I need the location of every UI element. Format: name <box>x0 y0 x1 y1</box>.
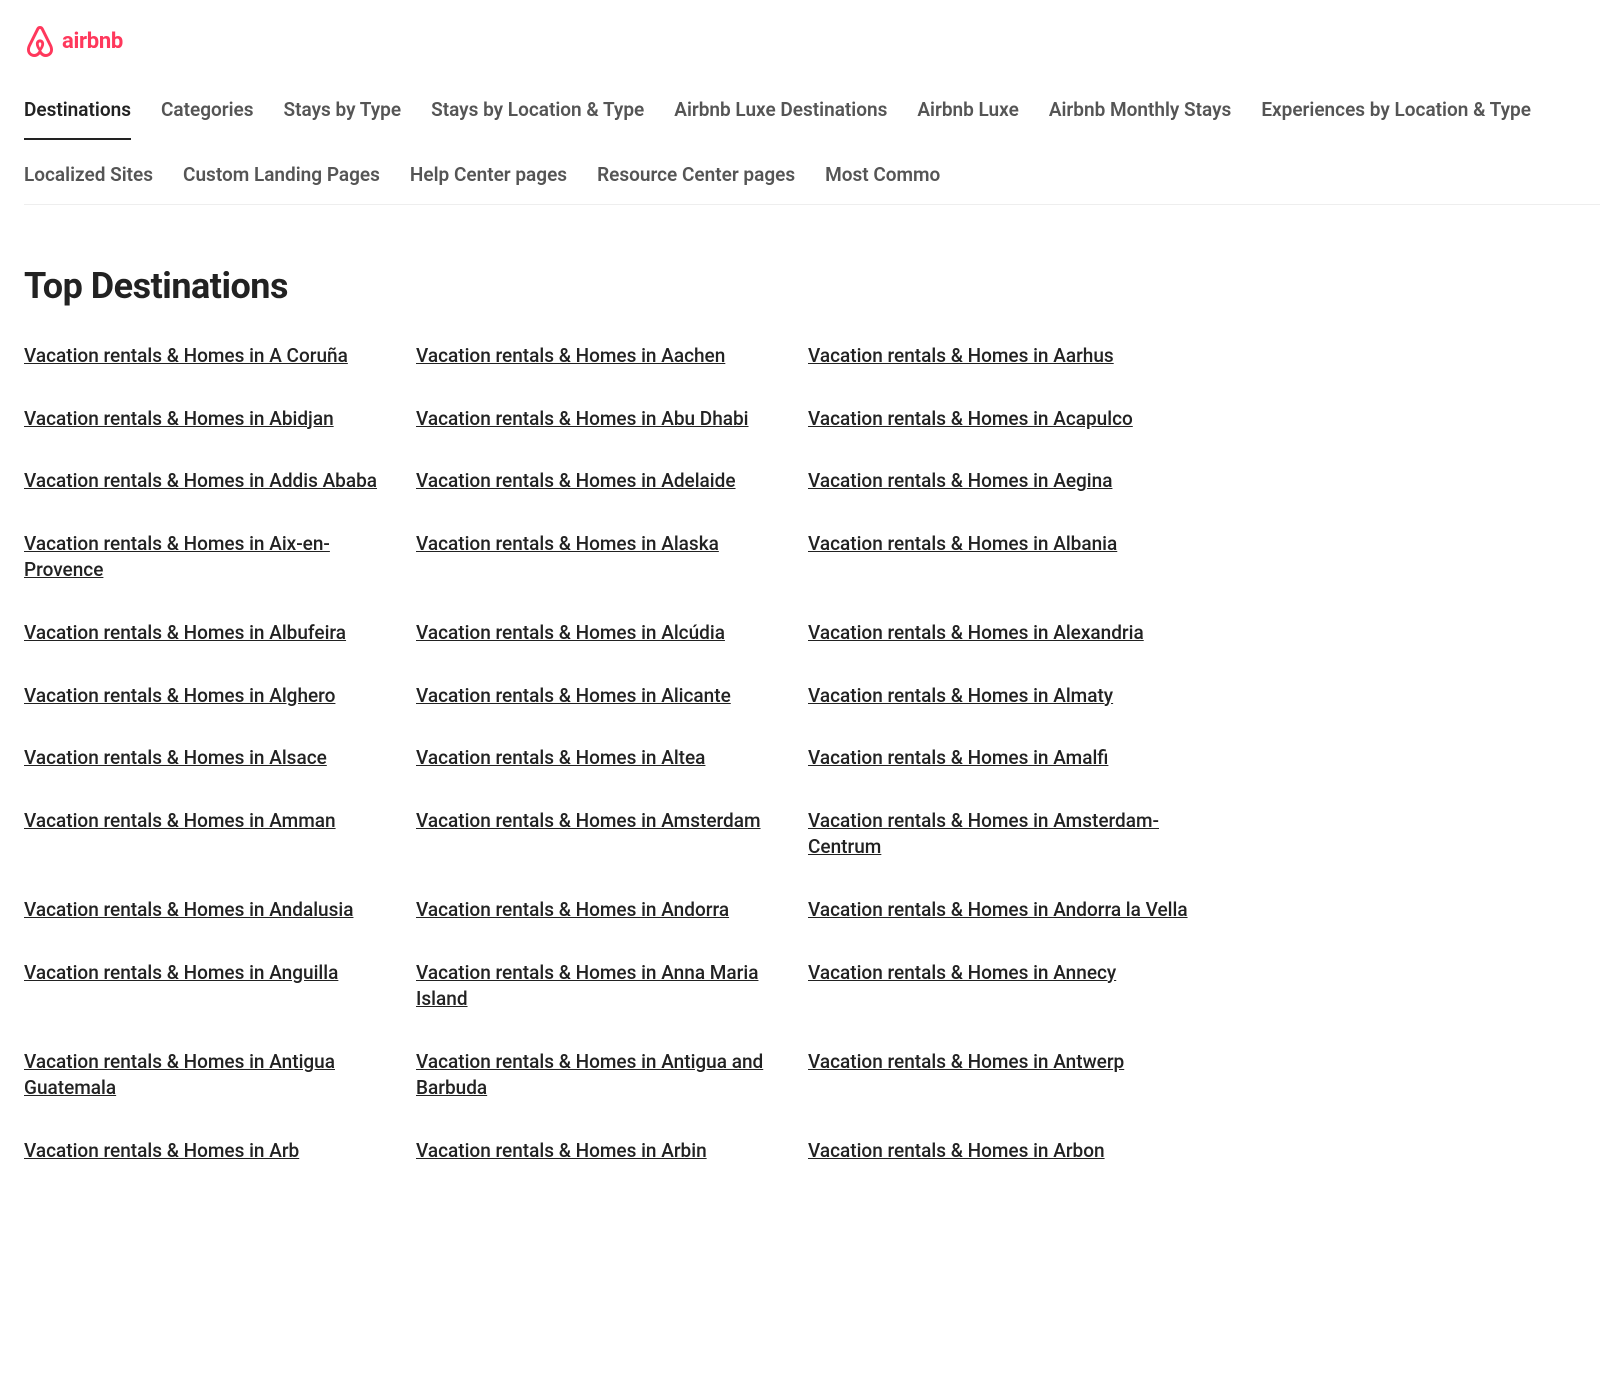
destination-link[interactable]: Vacation rentals & Homes in Acapulco <box>808 406 1200 433</box>
destination-link[interactable]: Vacation rentals & Homes in Andorra la V… <box>808 897 1200 924</box>
tab-localized-sites[interactable]: Localized Sites <box>24 163 153 204</box>
destination-link[interactable]: Vacation rentals & Homes in Amman <box>24 808 416 835</box>
destination-link[interactable]: Vacation rentals & Homes in Aix-en-Prove… <box>24 531 416 584</box>
destination-link[interactable]: Vacation rentals & Homes in Anna Maria I… <box>416 960 808 1013</box>
destination-link[interactable]: Vacation rentals & Homes in Andalusia <box>24 897 416 924</box>
tab-help-center-pages[interactable]: Help Center pages <box>410 163 567 204</box>
tab-experiences-by-location-type[interactable]: Experiences by Location & Type <box>1261 98 1531 139</box>
destination-link[interactable]: Vacation rentals & Homes in Anguilla <box>24 960 416 987</box>
tab-airbnb-monthly-stays[interactable]: Airbnb Monthly Stays <box>1049 98 1232 139</box>
tab-stays-by-location-type[interactable]: Stays by Location & Type <box>431 98 644 139</box>
destination-link[interactable]: Vacation rentals & Homes in Albania <box>808 531 1200 558</box>
destination-link[interactable]: Vacation rentals & Homes in Arbin <box>416 1138 808 1165</box>
destination-link[interactable]: Vacation rentals & Homes in Amalfi <box>808 745 1200 772</box>
destination-link[interactable]: Vacation rentals & Homes in Almaty <box>808 683 1200 710</box>
destination-link[interactable]: Vacation rentals & Homes in Abidjan <box>24 406 416 433</box>
destination-link[interactable]: Vacation rentals & Homes in Addis Ababa <box>24 468 416 495</box>
tab-stays-by-type[interactable]: Stays by Type <box>284 98 402 139</box>
destinations-links-grid: Vacation rentals & Homes in A CoruñaVaca… <box>24 343 1576 1165</box>
destination-link[interactable]: Vacation rentals & Homes in Alaska <box>416 531 808 558</box>
destination-link[interactable]: Vacation rentals & Homes in Andorra <box>416 897 808 924</box>
tab-resource-center-pages[interactable]: Resource Center pages <box>597 163 795 204</box>
destination-link[interactable]: Vacation rentals & Homes in Abu Dhabi <box>416 406 808 433</box>
destination-link[interactable]: Vacation rentals & Homes in Alcúdia <box>416 620 808 647</box>
tab-destinations[interactable]: Destinations <box>24 98 131 139</box>
tab-custom-landing-pages[interactable]: Custom Landing Pages <box>183 163 380 204</box>
destination-link[interactable]: Vacation rentals & Homes in Arbon <box>808 1138 1200 1165</box>
destination-link[interactable]: Vacation rentals & Homes in Altea <box>416 745 808 772</box>
airbnb-logo-icon <box>24 24 56 58</box>
tab-airbnb-luxe-destinations[interactable]: Airbnb Luxe Destinations <box>674 98 887 139</box>
destination-link[interactable]: Vacation rentals & Homes in Arb <box>24 1138 416 1165</box>
destination-link[interactable]: Vacation rentals & Homes in A Coruña <box>24 343 416 370</box>
destination-link[interactable]: Vacation rentals & Homes in Alicante <box>416 683 808 710</box>
destination-link[interactable]: Vacation rentals & Homes in Alexandria <box>808 620 1200 647</box>
destination-link[interactable]: Vacation rentals & Homes in Alsace <box>24 745 416 772</box>
tab-categories[interactable]: Categories <box>161 98 254 139</box>
destination-link[interactable]: Vacation rentals & Homes in Annecy <box>808 960 1200 987</box>
tab-most-commo[interactable]: Most Commo <box>825 163 940 204</box>
brand-name: airbnb <box>62 29 123 54</box>
destination-link[interactable]: Vacation rentals & Homes in Antigua Guat… <box>24 1049 416 1102</box>
tab-airbnb-luxe[interactable]: Airbnb Luxe <box>917 98 1018 139</box>
destination-link[interactable]: Vacation rentals & Homes in Amsterdam-Ce… <box>808 808 1200 861</box>
logo[interactable]: airbnb <box>24 24 1576 58</box>
destination-link[interactable]: Vacation rentals & Homes in Aegina <box>808 468 1200 495</box>
destination-link[interactable]: Vacation rentals & Homes in Adelaide <box>416 468 808 495</box>
destination-link[interactable]: Vacation rentals & Homes in Albufeira <box>24 620 416 647</box>
destination-link[interactable]: Vacation rentals & Homes in Antigua and … <box>416 1049 808 1102</box>
section-title: Top Destinations <box>24 265 1576 307</box>
navigation-tabs: Destinations Categories Stays by Type Stays… <box>24 98 1600 205</box>
destination-link[interactable]: Vacation rentals & Homes in Antwerp <box>808 1049 1200 1076</box>
destination-link[interactable]: Vacation rentals & Homes in Aarhus <box>808 343 1200 370</box>
destination-link[interactable]: Vacation rentals & Homes in Aachen <box>416 343 808 370</box>
destination-link[interactable]: Vacation rentals & Homes in Alghero <box>24 683 416 710</box>
destination-link[interactable]: Vacation rentals & Homes in Amsterdam <box>416 808 808 835</box>
